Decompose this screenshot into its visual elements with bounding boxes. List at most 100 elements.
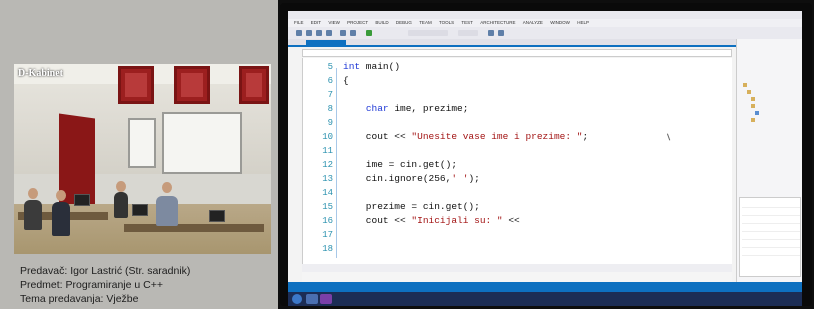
classroom-window	[239, 66, 269, 104]
code-line[interactable]: {	[343, 75, 349, 86]
folder-icon	[751, 97, 755, 102]
line-number: 18	[322, 244, 333, 254]
comment-icon[interactable]	[498, 30, 504, 36]
menu-item[interactable]: TEAM	[419, 19, 432, 27]
editor-navigation-bar[interactable]	[302, 49, 732, 57]
code-line[interactable]: cin.ignore(256,' ');	[343, 173, 480, 184]
subject-caption: Predmet: Programiranje u C++	[20, 279, 163, 291]
code-line[interactable]: cout << "Unesite vase ime i prezime: ";	[343, 131, 588, 142]
code-editor[interactable]: 5 6 7 8 9 10 11 12 13 14 15 16 17 18 int…	[302, 58, 732, 264]
classroom-whiteboard	[162, 112, 242, 174]
student-figure	[24, 200, 42, 230]
line-number: 6	[327, 76, 333, 86]
property-row[interactable]	[742, 212, 800, 216]
tree-item[interactable]	[751, 104, 757, 109]
editor-zoom-bar	[302, 264, 732, 272]
line-number: 17	[322, 230, 333, 240]
student-head	[116, 181, 126, 192]
menu-item[interactable]: FILE	[294, 19, 304, 27]
code-fold-guide	[336, 68, 337, 258]
menu-item[interactable]: VIEW	[328, 19, 340, 27]
tab-source-file[interactable]	[306, 40, 346, 47]
classroom-monitor	[209, 210, 225, 222]
student-head	[28, 188, 38, 199]
projected-screen: FILE EDIT VIEW PROJECT BUILD DEBUG TEAM …	[280, 3, 812, 306]
config-dropdown[interactable]	[408, 30, 448, 36]
code-line[interactable]: cout << "Inicijali su: " <<	[343, 215, 520, 226]
project-icon	[747, 90, 751, 95]
taskbar-app-icon[interactable]	[306, 294, 318, 304]
windows-taskbar	[288, 292, 802, 306]
save-icon[interactable]	[316, 30, 322, 36]
code-string: ' '	[451, 173, 469, 184]
line-number: 10	[322, 132, 333, 142]
code-line[interactable]: ime = cin.get();	[343, 159, 457, 170]
solution-explorer-panel	[736, 39, 802, 282]
line-number: 8	[327, 104, 333, 114]
properties-grid	[739, 197, 801, 277]
tree-item[interactable]	[751, 118, 757, 123]
menu-item[interactable]: WINDOW	[550, 19, 570, 27]
student-figure	[52, 202, 70, 236]
new-file-icon[interactable]	[296, 30, 302, 36]
code-line[interactable]: char ime, prezime;	[343, 103, 469, 114]
property-row[interactable]	[742, 220, 800, 224]
property-row[interactable]	[742, 204, 800, 208]
line-number-gutter: 5 6 7 8 9 10 11 12 13 14 15 16 17 18	[303, 58, 339, 264]
student-figure	[114, 192, 128, 218]
run-icon[interactable]	[366, 30, 372, 36]
menu-item[interactable]: EDIT	[311, 19, 321, 27]
ide-menu-bar: FILE EDIT VIEW PROJECT BUILD DEBUG TEAM …	[288, 19, 802, 27]
code-text: cout <<	[343, 131, 412, 142]
visual-studio-icon[interactable]	[320, 294, 332, 304]
solution-icon	[743, 83, 747, 88]
line-number: 16	[322, 216, 333, 226]
code-line[interactable]: prezime = cin.get();	[343, 201, 480, 212]
save-all-icon[interactable]	[326, 30, 332, 36]
lecturer-figure	[156, 196, 178, 226]
menu-item[interactable]: PROJECT	[347, 19, 368, 27]
menu-item[interactable]: TEST	[461, 19, 473, 27]
lecture-info-panel: D-Kabinet Predavač: Igor Lastrić (Str. s…	[0, 0, 278, 309]
code-string: "Inicijali su: "	[411, 215, 503, 226]
classroom-board-small	[128, 118, 156, 168]
platform-dropdown[interactable]	[458, 30, 478, 36]
mouse-cursor-icon	[666, 132, 674, 141]
open-file-icon[interactable]	[306, 30, 312, 36]
undo-icon[interactable]	[340, 30, 346, 36]
redo-icon[interactable]	[350, 30, 356, 36]
system-tray[interactable]	[768, 295, 798, 303]
tree-item[interactable]	[747, 90, 753, 95]
tree-item[interactable]	[751, 97, 757, 102]
code-text: ;	[582, 131, 589, 142]
line-number: 11	[322, 146, 333, 156]
property-row[interactable]	[742, 244, 800, 248]
menu-item[interactable]: BUILD	[375, 19, 388, 27]
code-line[interactable]: int main()	[343, 61, 400, 72]
line-number: 5	[327, 62, 333, 72]
menu-item[interactable]: ANALYZE	[523, 19, 543, 27]
find-icon[interactable]	[488, 30, 494, 36]
start-button-icon[interactable]	[292, 294, 302, 304]
code-text: );	[468, 173, 480, 184]
line-number: 7	[327, 90, 333, 100]
code-string: "Unesite vase ime i prezime: "	[411, 131, 583, 142]
line-number: 13	[322, 174, 333, 184]
property-row[interactable]	[742, 236, 800, 240]
property-row[interactable]	[742, 252, 800, 256]
file-icon	[755, 111, 759, 116]
tree-item[interactable]	[755, 111, 761, 116]
menu-item[interactable]: ARCHITECTURE	[480, 19, 515, 27]
tree-item[interactable]	[743, 83, 749, 88]
menu-item[interactable]: DEBUG	[396, 19, 412, 27]
code-keyword: char	[365, 103, 389, 114]
menu-item[interactable]: HELP	[577, 19, 589, 27]
menu-item[interactable]: TOOLS	[439, 19, 454, 27]
lecturer-head	[162, 182, 172, 193]
topic-caption: Tema predavanja: Vježbe	[20, 293, 139, 305]
code-text: cin.ignore(256,	[343, 173, 452, 184]
property-row[interactable]	[742, 228, 800, 232]
student-head	[56, 190, 66, 201]
output-panel-tabs[interactable]	[302, 272, 732, 282]
classroom-monitor	[132, 204, 148, 216]
